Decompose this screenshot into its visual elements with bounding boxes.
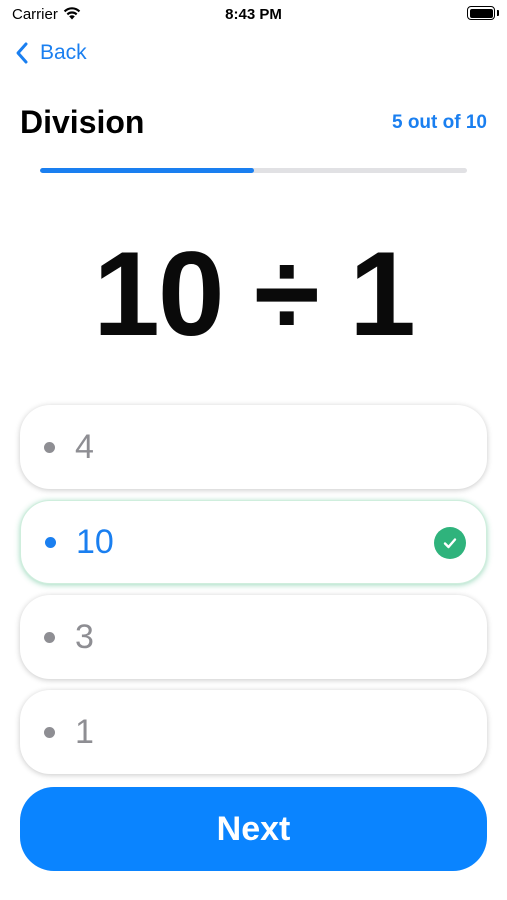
progress-bar <box>40 168 467 173</box>
answer-option-label: 1 <box>75 712 94 751</box>
bullet-icon <box>44 441 55 453</box>
bullet-icon <box>44 631 55 643</box>
chevron-left-icon <box>16 42 28 64</box>
status-bar: Carrier 8:43 PM <box>0 0 507 30</box>
answer-option-2[interactable]: 10 <box>20 500 487 584</box>
answer-option-1[interactable]: 4 <box>20 405 487 489</box>
answer-option-label: 10 <box>76 522 114 561</box>
progress-bar-fill <box>40 168 254 173</box>
battery-icon <box>467 6 495 20</box>
answer-option-3[interactable]: 3 <box>20 595 487 679</box>
checkmark-circle-icon <box>434 527 466 559</box>
answer-option-4[interactable]: 1 <box>20 690 487 774</box>
question-text: 10 ÷ 1 <box>93 227 416 361</box>
bullet-icon <box>44 726 55 738</box>
answer-option-label: 3 <box>75 617 94 656</box>
answer-option-label: 4 <box>75 427 94 466</box>
next-button[interactable]: Next <box>20 787 487 871</box>
battery-cap <box>497 10 499 16</box>
page-title: Division <box>20 104 145 140</box>
back-button[interactable]: Back <box>14 38 87 68</box>
bullet-icon <box>45 536 56 548</box>
back-label: Back <box>40 41 87 64</box>
clock: 8:43 PM <box>225 6 282 23</box>
progress-counter: 5 out of 10 <box>391 112 487 133</box>
